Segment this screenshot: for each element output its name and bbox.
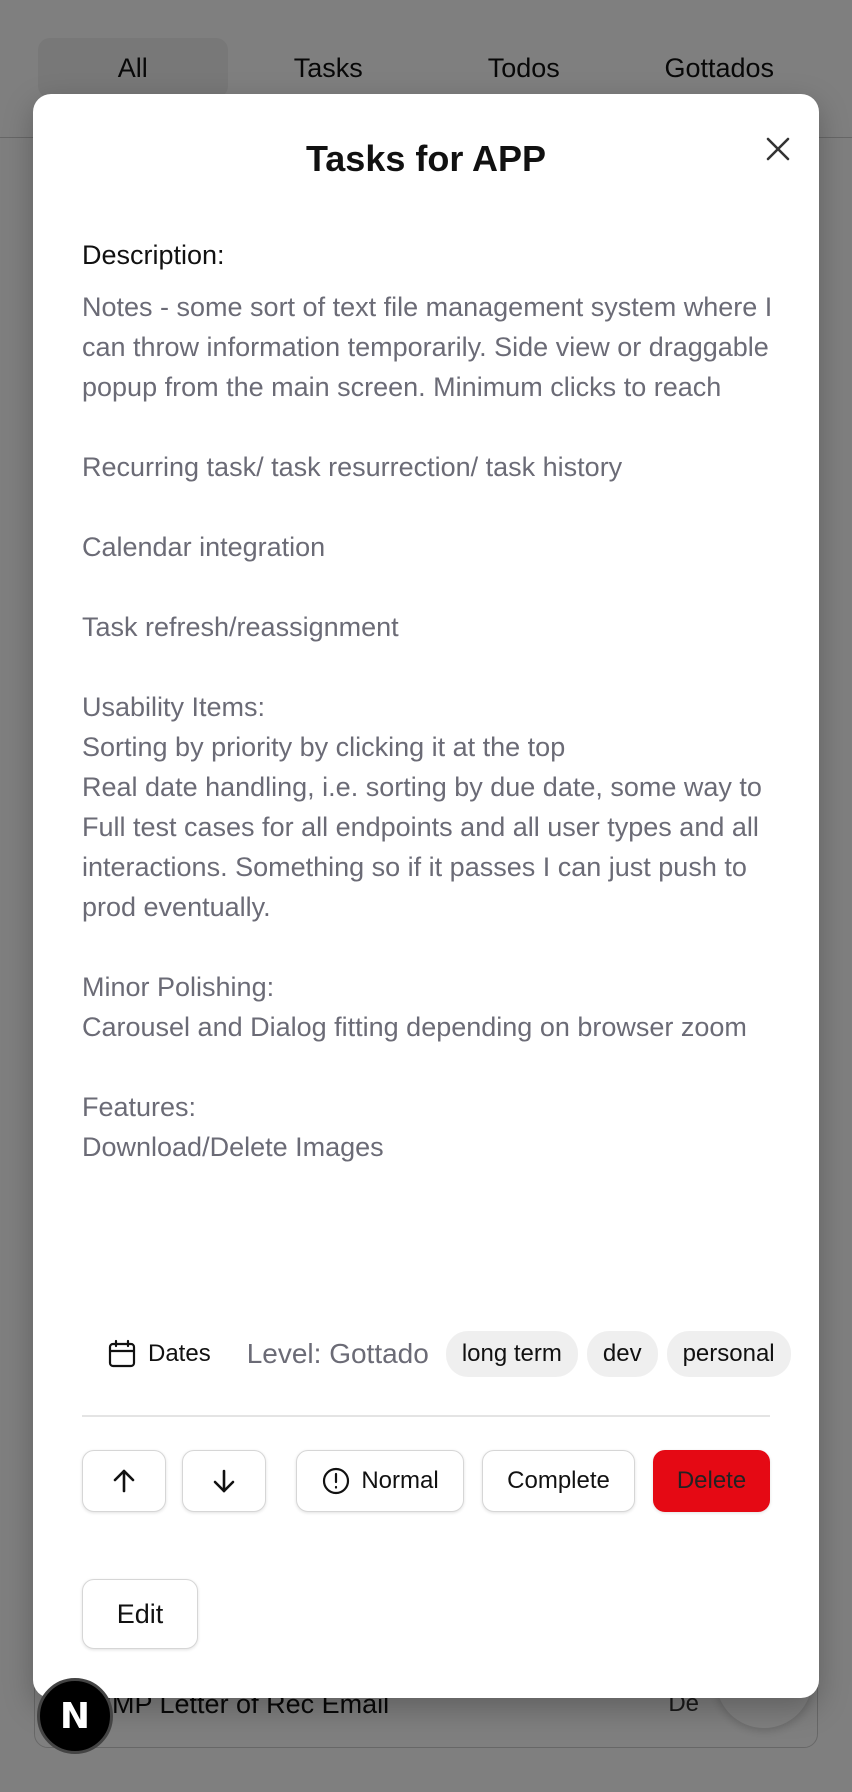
task-meta-row: Dates Level: Gottado long term dev perso… bbox=[106, 1329, 791, 1379]
delete-button[interactable]: Delete bbox=[653, 1450, 770, 1512]
nextjs-logo-letter: N bbox=[59, 1695, 91, 1737]
alert-circle-icon bbox=[323, 1467, 350, 1495]
arrow-down-icon bbox=[213, 1469, 235, 1493]
priority-label: Normal bbox=[361, 1467, 439, 1494]
description-text: Notes - some sort of text file managemen… bbox=[82, 292, 773, 1162]
description-label: Description: bbox=[82, 240, 225, 270]
calendar-icon bbox=[108, 1339, 136, 1368]
tag-long-term: long term bbox=[445, 1331, 578, 1377]
dates-button[interactable]: Dates bbox=[106, 1338, 211, 1370]
tag-personal: personal bbox=[666, 1331, 791, 1377]
level-text: Level: Gottado bbox=[246, 1338, 429, 1369]
move-up-button[interactable] bbox=[82, 1450, 166, 1512]
priority-button[interactable]: Normal bbox=[296, 1450, 464, 1512]
tag-dev: dev bbox=[586, 1331, 658, 1377]
complete-button[interactable]: Complete bbox=[482, 1450, 635, 1512]
nextjs-badge[interactable]: N bbox=[37, 1678, 113, 1754]
move-down-button[interactable] bbox=[182, 1450, 266, 1512]
divider bbox=[82, 1415, 770, 1417]
dates-label: Dates bbox=[148, 1340, 211, 1367]
task-dialog: Tasks for APP Description: Notes - some … bbox=[33, 94, 819, 1698]
edit-button[interactable]: Edit bbox=[82, 1579, 198, 1649]
dialog-title: Tasks for APP bbox=[305, 138, 547, 179]
arrow-up-icon bbox=[113, 1469, 135, 1493]
